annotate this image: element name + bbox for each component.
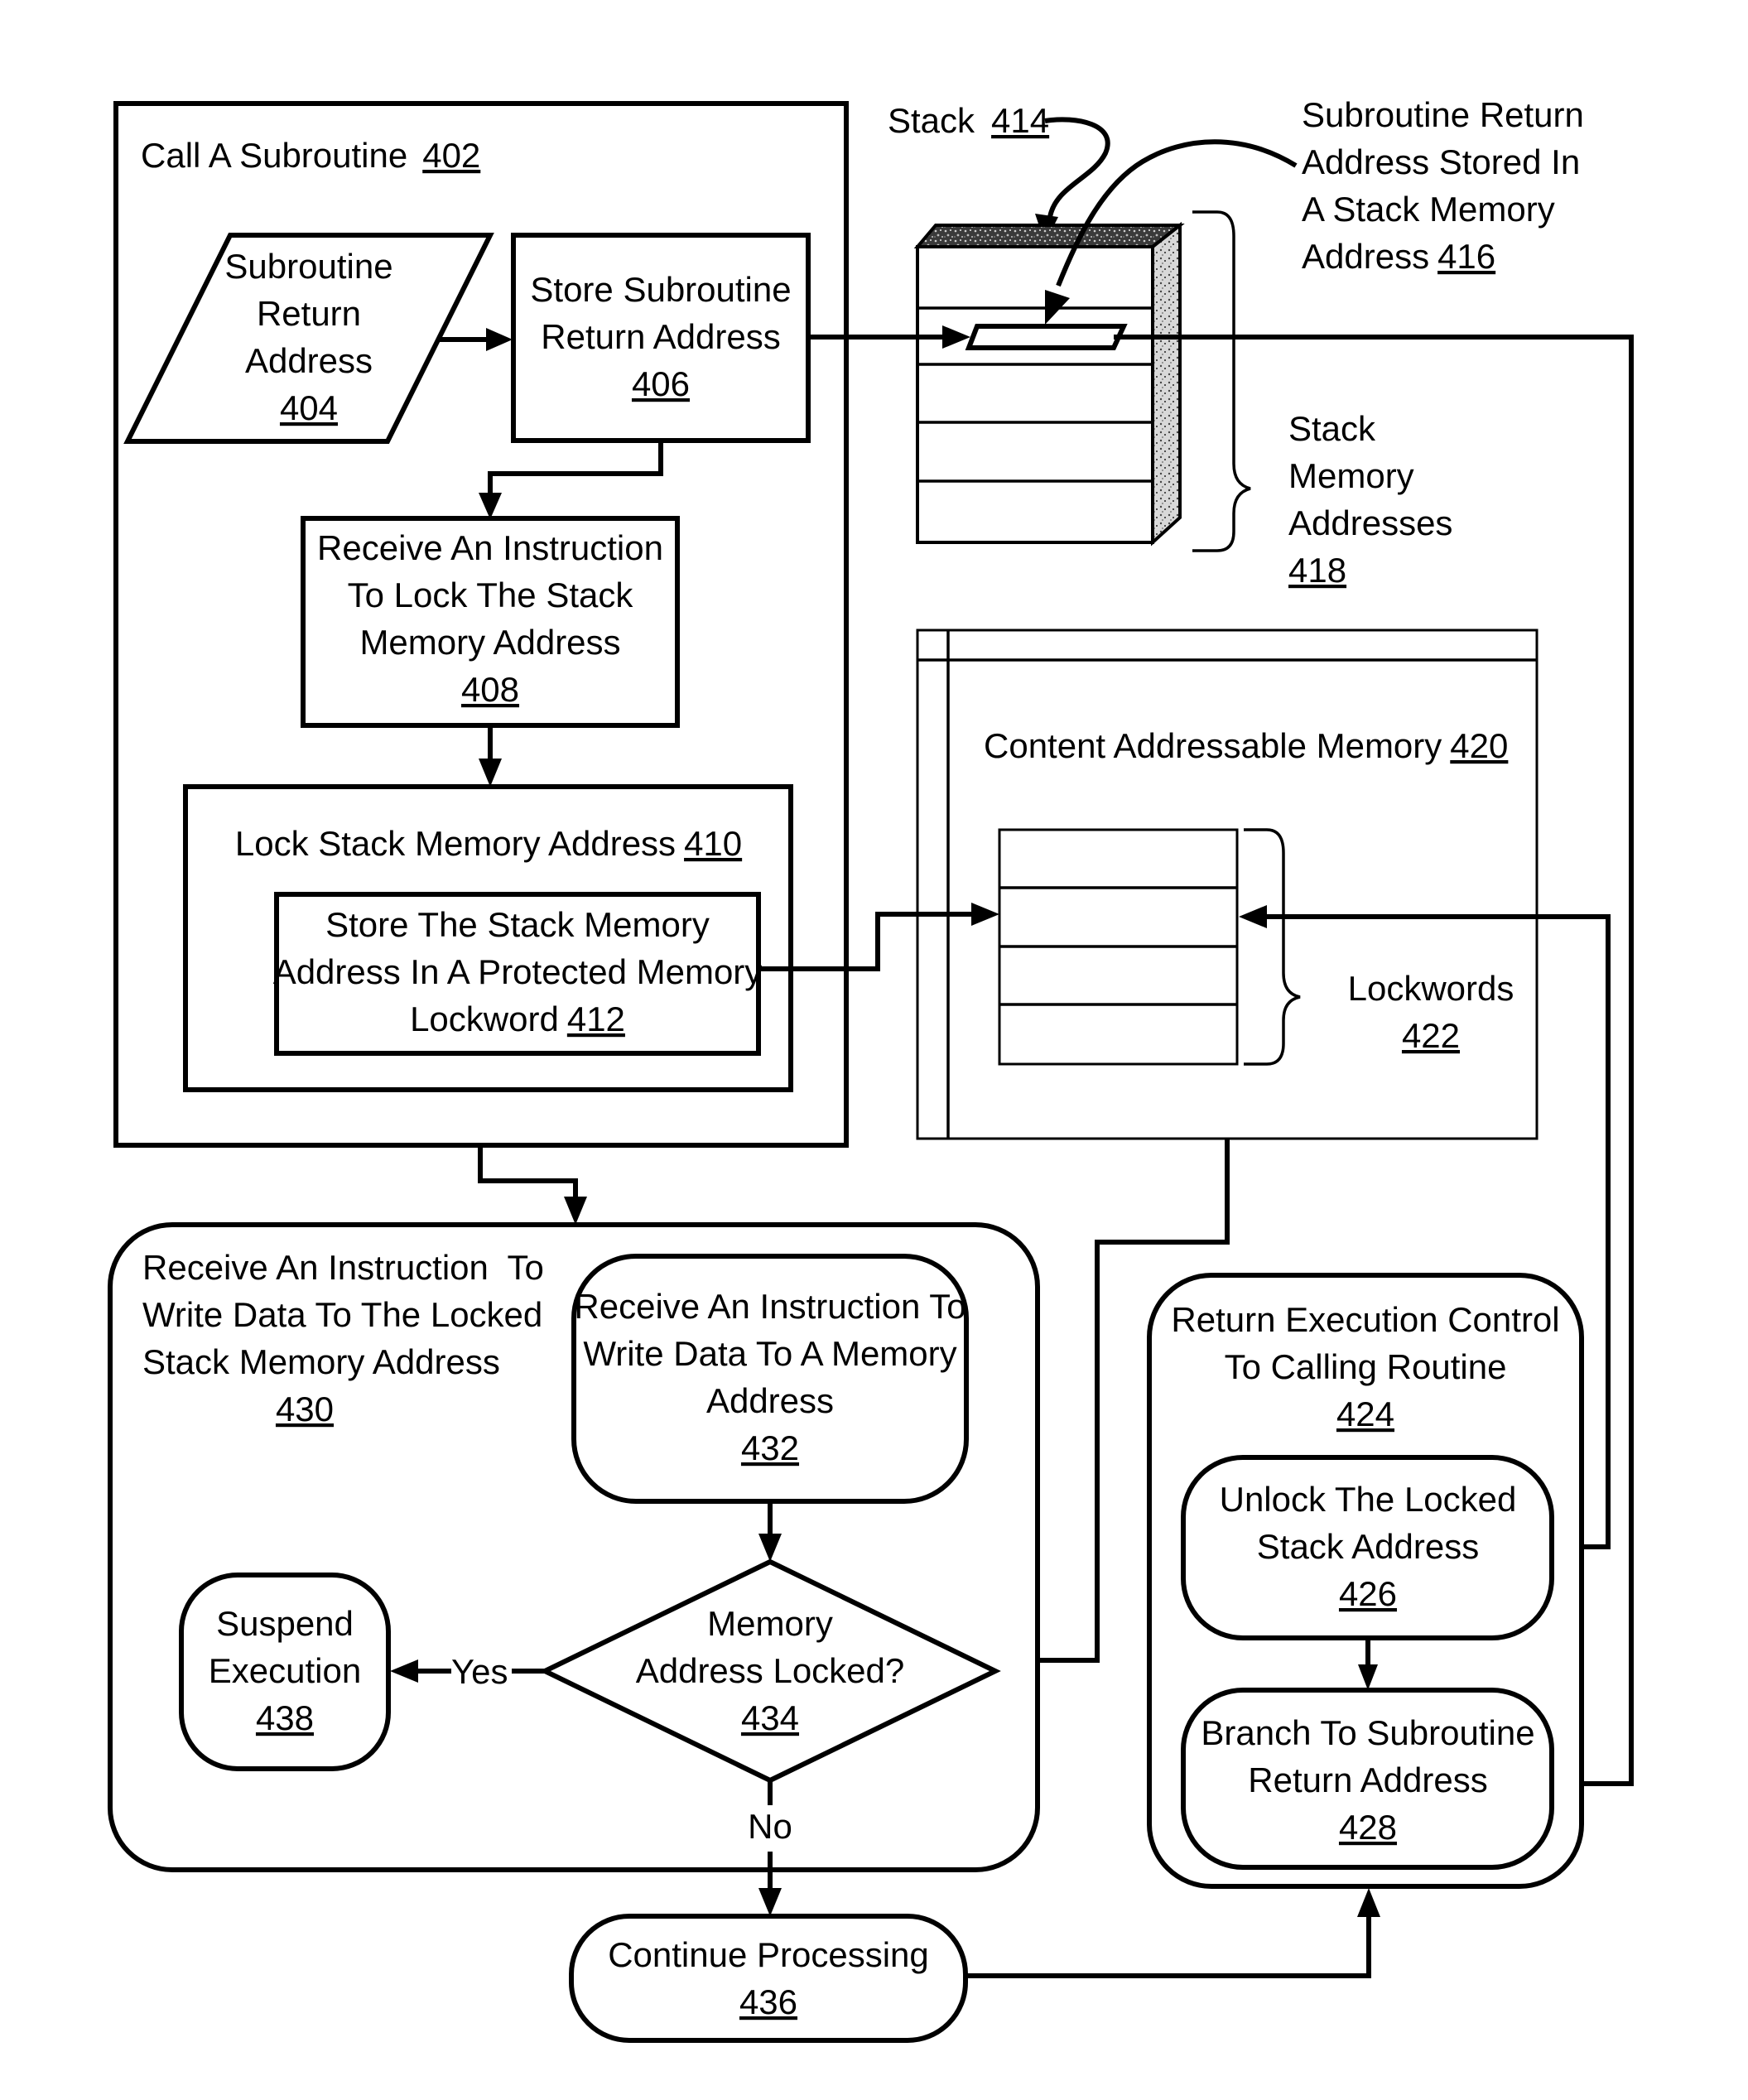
node-416-line-3: A Stack Memory (1302, 190, 1555, 229)
node-404-line-2: Return (257, 294, 361, 333)
svg-text:Call A Subroutine402: Call A Subroutine 402 (141, 136, 480, 175)
node-404-line-1: Subroutine (224, 247, 392, 286)
svg-text:Lock Stack Memory Address410: Lock Stack Memory Address 410 (235, 824, 742, 863)
node-410-label: Lock Stack Memory Address (235, 824, 676, 863)
node-416-line-4: Address (1302, 237, 1429, 276)
node-424-line-1: Return Execution Control (1171, 1300, 1559, 1339)
node-408-line-1: Receive An Instruction (317, 528, 663, 567)
node-430-line-3: Stack Memory Address (142, 1342, 500, 1381)
cam-ref: 420 (1450, 726, 1508, 765)
arrowhead-icon (1357, 1888, 1380, 1917)
node-416-ref: 416 (1437, 237, 1495, 276)
lockwords-ref: 422 (1402, 1016, 1460, 1055)
node-428-ref: 428 (1339, 1808, 1397, 1847)
lockwords-label: Lockwords (1348, 969, 1514, 1008)
node-418-ref: 418 (1288, 551, 1346, 590)
unlock-stack-address-step: Unlock The Locked Stack Address 426 (1181, 1455, 1554, 1640)
stack-label: Stack (888, 101, 975, 140)
node-426-line-1: Unlock The Locked (1220, 1480, 1517, 1519)
node-416-line-1: Subroutine Return (1302, 95, 1584, 134)
node-412-line-3: Lockword (410, 999, 559, 1038)
node-410-ref: 410 (684, 824, 742, 863)
store-return-address-step: Store Subroutine Return Address 406 (511, 233, 811, 443)
node-428-line-1: Branch To Subroutine (1201, 1713, 1534, 1752)
node-424-line-2: To Calling Routine (1225, 1347, 1507, 1386)
svg-text:Stack414: Stack 414 (888, 101, 1049, 140)
stored-return-address-slot (965, 324, 1128, 350)
brace-422 (1244, 828, 1301, 1066)
node-432-line-1: Receive An Instruction To (574, 1287, 965, 1326)
arrowhead-icon (758, 1888, 782, 1916)
node-434-line-1: Memory (707, 1604, 833, 1643)
node-412-ref: 412 (567, 999, 625, 1038)
node-432-line-3: Address (706, 1381, 834, 1420)
receive-write-instruction-step: Receive An Instruction To Write Data To … (571, 1254, 969, 1504)
call-subroutine-label: Call A Subroutine (141, 136, 407, 175)
node-418-line-1: Stack (1288, 409, 1376, 448)
flowchart-diagram: Call A Subroutine 402 Subroutine Return A… (108, 95, 1634, 2043)
node-426-line-2: Stack Address (1257, 1527, 1479, 1566)
store-in-lockword-step: Store The Stack Memory Address In A Prot… (273, 892, 763, 1056)
node-432-ref: 432 (741, 1428, 799, 1467)
node-436-ref: 436 (739, 1982, 797, 2021)
node-416-line-2: Address Stored In (1302, 142, 1580, 181)
node-408-line-2: To Lock The Stack (348, 576, 634, 614)
node-406-line-1: Store Subroutine (530, 270, 791, 309)
arrowhead-icon (971, 903, 999, 926)
yes-label: Yes (451, 1652, 508, 1691)
node-430-line-1: Receive An Instruction To (142, 1248, 544, 1287)
stack-ref: 414 (991, 101, 1049, 140)
node-408-ref: 408 (461, 670, 519, 709)
node-428-line-2: Return Address (1248, 1760, 1488, 1799)
node-404-ref: 404 (280, 388, 338, 427)
node-418-line-2: Memory (1288, 456, 1414, 495)
svg-text:Address416: Address 416 (1302, 237, 1495, 276)
node-406-ref: 406 (632, 364, 690, 403)
node-434-line-2: Address Locked? (636, 1651, 905, 1690)
node-412-line-2: Address In A Protected Memory (273, 952, 763, 991)
suspend-execution-step: Suspend Execution 438 (179, 1573, 391, 1771)
node-412-line-1: Store The Stack Memory (325, 905, 710, 944)
node-430-line-2: Write Data To The Locked (142, 1295, 542, 1334)
brace-418 (1192, 210, 1251, 552)
arrowhead-icon (1239, 905, 1267, 928)
no-label: No (748, 1807, 792, 1846)
cam-label: Content Addressable Memory (984, 726, 1442, 765)
arrowhead-icon (564, 1197, 587, 1225)
arrow-402-to-430 (478, 1145, 587, 1225)
svg-text:Lockword412: Lockword 412 (410, 999, 625, 1038)
node-436-label: Continue Processing (608, 1935, 929, 1974)
node-418-line-3: Addresses (1288, 503, 1452, 542)
call-subroutine-ref: 402 (422, 136, 480, 175)
node-406-line-2: Return Address (541, 317, 781, 356)
node-430-ref: 430 (276, 1390, 334, 1428)
node-434-ref: 434 (741, 1698, 799, 1737)
branch-to-return-address-step: Branch To Subroutine Return Address 428 (1181, 1688, 1554, 1870)
node-424-ref: 424 (1336, 1394, 1394, 1433)
node-432-line-2: Write Data To A Memory (583, 1334, 956, 1373)
continue-processing-step: Continue Processing 436 (569, 1914, 968, 2043)
node-404-line-3: Address (245, 341, 373, 380)
arrow-436-to-424 (965, 1888, 1380, 1978)
content-addressable-memory-420: Content Addressable Memory 420 Lockwords … (916, 629, 1539, 1140)
stack-side-face (1151, 221, 1182, 547)
node-438-line-2: Execution (209, 1651, 361, 1690)
node-408-line-3: Memory Address (359, 623, 620, 662)
node-426-ref: 426 (1339, 1574, 1397, 1613)
svg-text:Content Addressable Memory420: Content Addressable Memory 420 (984, 726, 1508, 765)
receive-lock-instruction-step: Receive An Instruction To Lock The Stack… (301, 516, 680, 728)
node-438-ref: 438 (256, 1698, 314, 1737)
stack-top-face (913, 224, 1185, 248)
stack-front-face (916, 245, 1154, 544)
node-438-line-1: Suspend (216, 1604, 354, 1643)
